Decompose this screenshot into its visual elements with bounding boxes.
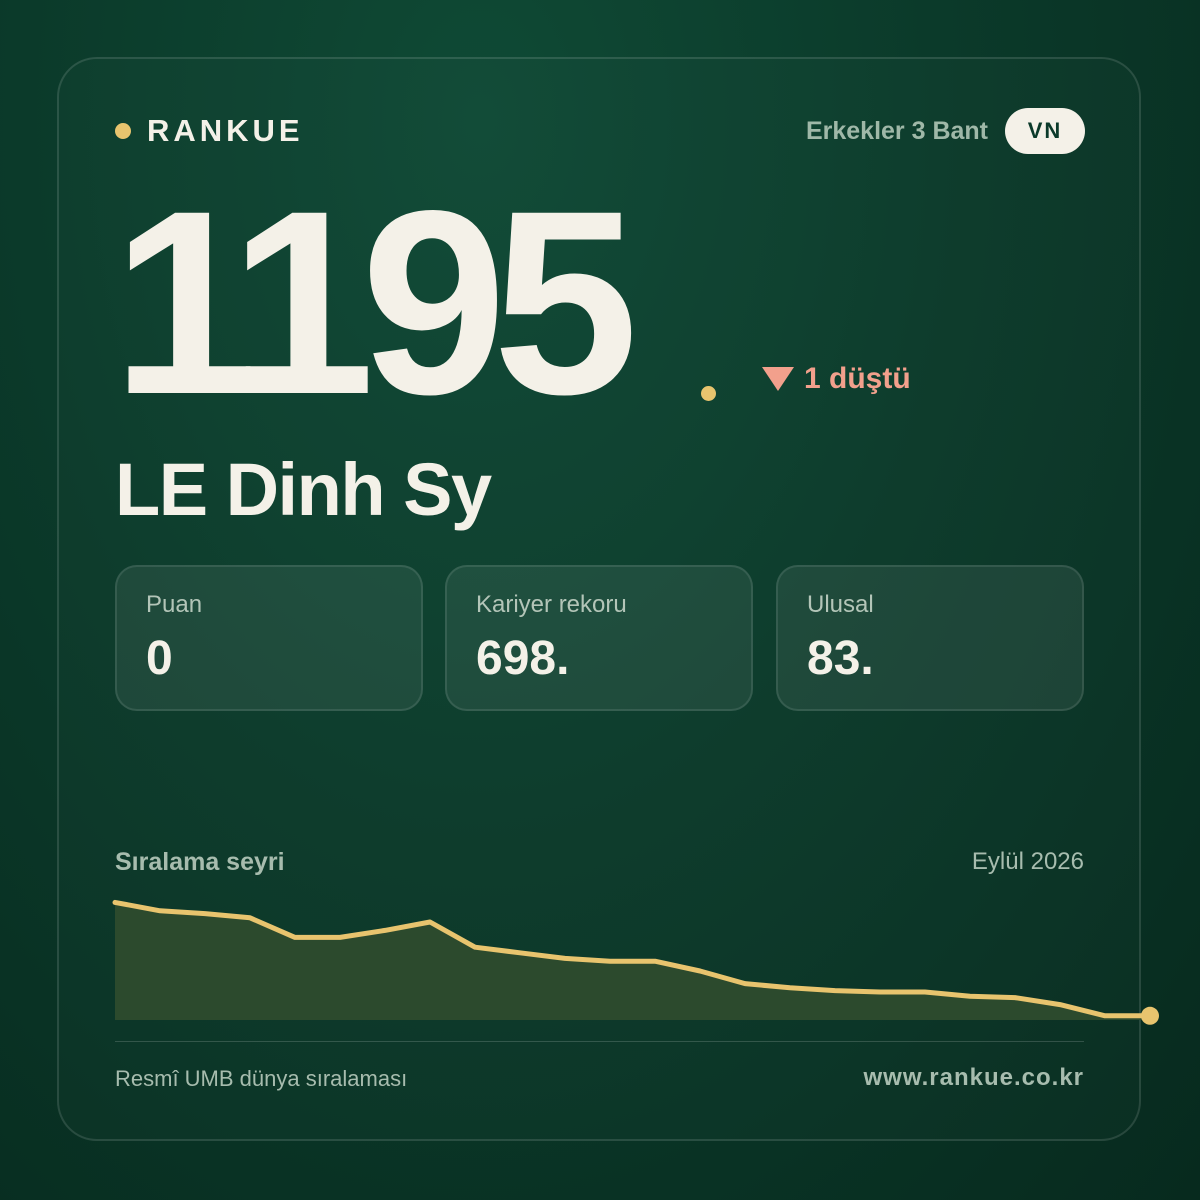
down-triangle-icon [762, 367, 794, 391]
rank-change: 1 düştü [762, 362, 911, 396]
stat-value: 698. [476, 632, 570, 685]
category-label: Erkekler 3 Bant [805, 117, 988, 145]
stat-card-career-record: Kariyer rekoru 698. [445, 565, 753, 711]
stat-label: Ulusal [807, 591, 874, 618]
player-name: LE Dinh Sy [115, 448, 492, 531]
rank-dot-icon [701, 386, 716, 401]
stat-label: Puan [146, 591, 203, 618]
brand: RANKUE [115, 112, 304, 150]
stat-card-national: Ulusal 83. [776, 565, 1084, 711]
chart-date: Eylül 2026 [971, 848, 1084, 875]
stat-card-points: Puan 0 [115, 565, 423, 711]
source-note: Resmî UMB dünya sıralaması [115, 1066, 408, 1091]
stat-value: 0 [146, 632, 173, 685]
stat-label: Kariyer rekoru [476, 591, 627, 618]
chart-title: Sıralama seyri [115, 848, 285, 876]
rank-number: 1195 [112, 156, 638, 449]
website-link[interactable]: www.rankue.co.kr [863, 1064, 1084, 1092]
footer-divider [115, 1041, 1084, 1042]
stat-value: 83. [807, 632, 874, 685]
trend-end-marker [1141, 1006, 1159, 1025]
brand-name: RANKUE [147, 113, 304, 148]
brand-dot-icon [115, 123, 131, 139]
country-badge: VN [1005, 108, 1085, 154]
rank-change-text: 1 düştü [804, 362, 911, 395]
